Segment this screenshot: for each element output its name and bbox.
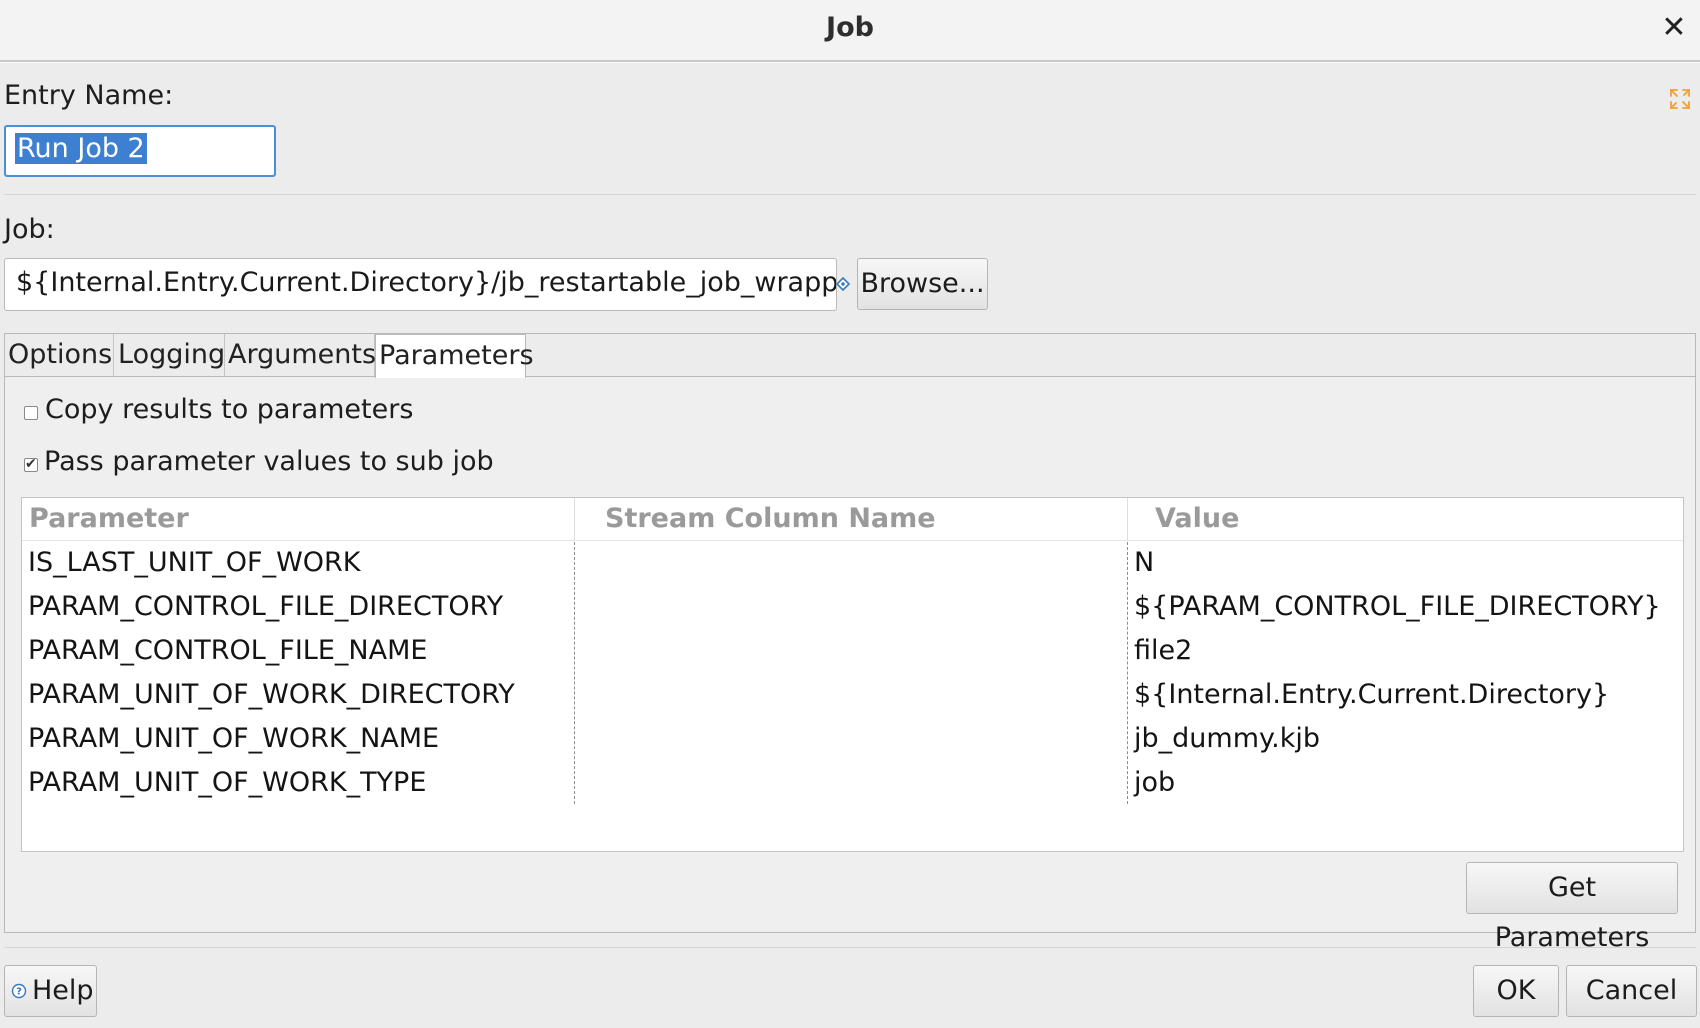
separator	[4, 194, 1696, 195]
table-row[interactable]: PARAM_CONTROL_FILE_NAME file2	[22, 629, 1683, 673]
table-row[interactable]: IS_LAST_UNIT_OF_WORK N	[22, 541, 1683, 585]
cancel-button[interactable]: Cancel	[1566, 965, 1697, 1017]
parameter-cell[interactable]: PARAM_UNIT_OF_WORK_DIRECTORY	[28, 673, 515, 717]
help-icon: ?	[11, 983, 27, 999]
parameter-cell[interactable]: PARAM_CONTROL_FILE_NAME	[28, 629, 427, 673]
parameter-cell[interactable]: PARAM_UNIT_OF_WORK_TYPE	[28, 761, 426, 805]
value-cell[interactable]: file2	[1134, 629, 1192, 673]
table-row[interactable]: PARAM_UNIT_OF_WORK_DIRECTORY ${Internal.…	[22, 673, 1683, 717]
table-row[interactable]: PARAM_CONTROL_FILE_DIRECTORY ${PARAM_CON…	[22, 585, 1683, 629]
checkmark-icon: ✔	[25, 456, 37, 472]
title-bar: Job ✕	[0, 0, 1700, 62]
header-value[interactable]: Value	[1128, 498, 1684, 540]
svg-text:?: ?	[16, 987, 22, 998]
copy-results-checkbox[interactable]	[24, 406, 38, 420]
expand-icon[interactable]	[1668, 87, 1692, 111]
tab-options[interactable]: Options	[5, 334, 114, 376]
pass-values-label: Pass parameter values to sub job	[44, 446, 494, 477]
close-icon[interactable]: ✕	[1656, 8, 1692, 48]
ok-button[interactable]: OK	[1473, 965, 1559, 1017]
table-row[interactable]: PARAM_UNIT_OF_WORK_TYPE job	[22, 761, 1683, 805]
separator	[4, 947, 1696, 948]
tab-logging[interactable]: Logging	[115, 334, 225, 376]
entry-name-value: Run Job 2	[15, 133, 147, 164]
value-cell[interactable]: ${PARAM_CONTROL_FILE_DIRECTORY}	[1134, 585, 1661, 629]
parameters-table: Parameter Stream Column Name Value IS_LA…	[21, 497, 1684, 852]
browse-button[interactable]: Browse...	[857, 258, 988, 310]
variable-diamond-icon	[836, 277, 850, 291]
job-path-input[interactable]: ${Internal.Entry.Current.Directory}/jb_r…	[4, 258, 837, 311]
value-cell[interactable]: jb_dummy.kjb	[1134, 717, 1320, 761]
tab-arguments[interactable]: Arguments	[225, 334, 376, 376]
value-cell[interactable]: job	[1134, 761, 1175, 805]
header-stream-column-name[interactable]: Stream Column Name	[575, 498, 1127, 540]
header-parameter[interactable]: Parameter	[22, 498, 574, 540]
parameter-cell[interactable]: IS_LAST_UNIT_OF_WORK	[28, 541, 360, 585]
parameter-cell[interactable]: PARAM_CONTROL_FILE_DIRECTORY	[28, 585, 503, 629]
window-title: Job	[826, 12, 874, 43]
tab-parameters[interactable]: Parameters	[375, 334, 534, 378]
help-button[interactable]: ? Help	[4, 965, 97, 1017]
help-label: Help	[32, 975, 94, 1006]
get-parameters-button[interactable]: Get Parameters	[1466, 862, 1678, 953]
copy-results-label: Copy results to parameters	[45, 394, 414, 425]
value-cell[interactable]: N	[1134, 541, 1154, 585]
entry-name-input[interactable]: Run Job 2	[4, 125, 276, 177]
parameter-cell[interactable]: PARAM_UNIT_OF_WORK_NAME	[28, 717, 439, 761]
entry-name-label: Entry Name:	[4, 80, 174, 111]
value-cell[interactable]: ${Internal.Entry.Current.Directory}	[1134, 673, 1609, 717]
table-row[interactable]: PARAM_UNIT_OF_WORK_NAME jb_dummy.kjb	[22, 717, 1683, 761]
pass-values-checkbox[interactable]: ✔	[24, 456, 38, 472]
job-label: Job:	[4, 214, 55, 245]
